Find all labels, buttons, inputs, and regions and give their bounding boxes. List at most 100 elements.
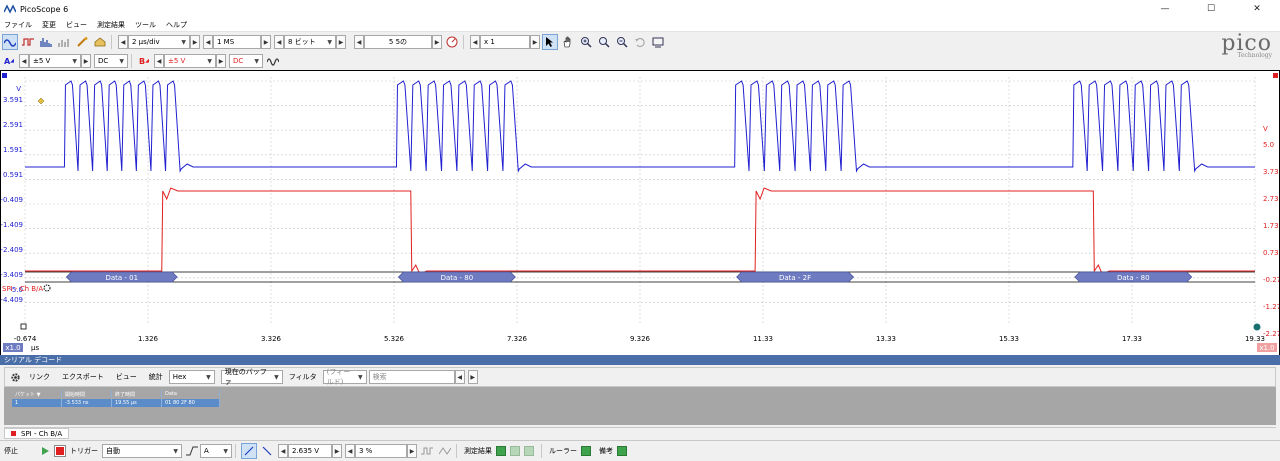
column-packet[interactable]: パケット ▼ bbox=[12, 390, 62, 398]
x-tick-label: 9.326 bbox=[630, 335, 651, 343]
rising-edge-button[interactable] bbox=[241, 443, 257, 459]
range-b-select[interactable]: ±5 V ▼ bbox=[164, 54, 216, 68]
maximize-button[interactable]: ☐ bbox=[1188, 0, 1234, 18]
zoom-fit-button[interactable] bbox=[650, 34, 666, 50]
trigger-level-decrease-button[interactable]: ◀ bbox=[278, 444, 288, 458]
range-b-value: ±5 V bbox=[168, 57, 186, 65]
waveform-canvas[interactable]: -0.674 1.326 3.326 5.326 7.326 9.326 11.33 13.3… bbox=[1, 71, 1279, 355]
coupling-a-select[interactable]: DC ▼ bbox=[94, 54, 128, 68]
capture-next-button[interactable]: ▶ bbox=[432, 35, 442, 49]
packet-label[interactable]: Data - 2F bbox=[779, 274, 811, 282]
undo-zoom-button[interactable] bbox=[632, 34, 648, 50]
menu-file[interactable]: ファイル bbox=[4, 20, 32, 30]
link-button[interactable]: リンク bbox=[29, 372, 50, 382]
add-measurement-button[interactable] bbox=[496, 446, 506, 456]
notes-button[interactable] bbox=[617, 446, 627, 456]
menu-view[interactable]: ビュー bbox=[66, 20, 87, 30]
home-button[interactable] bbox=[92, 34, 108, 50]
resolution-select[interactable]: 8 ビット ▼ bbox=[284, 35, 336, 49]
left-tick-label: 0.591 bbox=[3, 171, 23, 179]
capture-prev-button[interactable]: ◀ bbox=[354, 35, 364, 49]
trigger-advanced-button[interactable] bbox=[419, 443, 435, 459]
capture-index-field[interactable]: 5 5の bbox=[364, 35, 432, 49]
persistence-mode-button[interactable] bbox=[20, 34, 36, 50]
zoom-decrease-button[interactable]: ◀ bbox=[470, 35, 480, 49]
export-button[interactable]: エクスポート bbox=[62, 372, 104, 382]
pointer-tool-button[interactable] bbox=[542, 34, 558, 50]
packet-label[interactable]: Data - 01 bbox=[105, 274, 138, 282]
column-data[interactable]: Data bbox=[162, 390, 220, 398]
table-row[interactable]: 1 -3.533 ns 19.55 µs 01 80 2F 80 bbox=[12, 399, 220, 407]
minimize-button[interactable]: — bbox=[1142, 0, 1188, 18]
status-bar: 停止 トリガー 自動 ▼ A ▼ ◀ 2.635 V ▶ ◀ 3 % ▶ 測定結果 … bbox=[0, 440, 1280, 461]
probe-button[interactable] bbox=[74, 34, 90, 50]
range-b-increase-button[interactable]: ▶ bbox=[216, 54, 226, 68]
math-channels-button[interactable] bbox=[265, 53, 281, 69]
range-b-decrease-button[interactable]: ◀ bbox=[154, 54, 164, 68]
scope-mode-button[interactable] bbox=[2, 34, 18, 50]
resolution-increase-button[interactable]: ▶ bbox=[336, 35, 346, 49]
column-start-time[interactable]: 開始時間 bbox=[62, 390, 112, 398]
channel-a-button[interactable]: A ◢ bbox=[2, 53, 16, 69]
menu-edit[interactable]: 変更 bbox=[42, 20, 56, 30]
pretrigger-decrease-button[interactable]: ◀ bbox=[345, 444, 355, 458]
packet-label[interactable]: Data - 80 bbox=[1117, 274, 1150, 282]
persistence-icon bbox=[22, 38, 34, 46]
zoom-box-button[interactable] bbox=[596, 34, 612, 50]
channel-b-button[interactable]: B ◢ bbox=[137, 53, 151, 69]
timebase-increase-button[interactable]: ▶ bbox=[190, 35, 200, 49]
trigger-mode-select[interactable]: 自動 ▼ bbox=[102, 444, 182, 458]
coupling-b-value: DC bbox=[233, 57, 244, 65]
coupling-b-select[interactable]: DC ▼ bbox=[229, 54, 263, 68]
range-a-decrease-button[interactable]: ◀ bbox=[19, 54, 29, 68]
scope-view[interactable]: -0.674 1.326 3.326 5.326 7.326 9.326 11.33 13.3… bbox=[0, 70, 1280, 356]
tab-spi-ch-b-a[interactable]: SPI - Ch B/A bbox=[4, 428, 70, 439]
field-select[interactable]: (フィールド) ▼ bbox=[322, 368, 367, 386]
zoom-select[interactable]: x 1 bbox=[480, 35, 530, 49]
buffer-navigator-button[interactable] bbox=[444, 34, 460, 50]
menu-measurements[interactable]: 測定結果 bbox=[97, 20, 125, 30]
samples-decrease-button[interactable]: ◀ bbox=[203, 35, 213, 49]
close-button[interactable]: ✕ bbox=[1234, 0, 1280, 18]
rulers-button[interactable] bbox=[581, 446, 591, 456]
resolution-decrease-button[interactable]: ◀ bbox=[274, 35, 284, 49]
trigger-type-button[interactable] bbox=[184, 443, 200, 459]
hand-tool-button[interactable] bbox=[560, 34, 576, 50]
edit-measurement-button[interactable] bbox=[510, 446, 520, 456]
menu-help[interactable]: ヘルプ bbox=[166, 20, 187, 30]
zoom-increase-button[interactable]: ▶ bbox=[530, 35, 540, 49]
stop-button[interactable] bbox=[54, 445, 66, 457]
samples-field[interactable]: 1 MS bbox=[213, 35, 261, 49]
samples-increase-button[interactable]: ▶ bbox=[261, 35, 271, 49]
format-select[interactable]: Hex ▼ bbox=[168, 370, 215, 384]
trigger-level-increase-button[interactable]: ▶ bbox=[332, 444, 342, 458]
range-a-increase-button[interactable]: ▶ bbox=[81, 54, 91, 68]
view-button[interactable]: ビュー bbox=[116, 372, 137, 382]
menu-tools[interactable]: ツール bbox=[135, 20, 156, 30]
range-a-select[interactable]: ±5 V ▼ bbox=[29, 54, 81, 68]
pretrigger-field[interactable]: 3 % bbox=[355, 444, 407, 458]
pretrigger-increase-button[interactable]: ▶ bbox=[407, 444, 417, 458]
play-icon[interactable] bbox=[40, 446, 50, 456]
trigger-timing-button[interactable] bbox=[437, 443, 453, 459]
zoom-in-button[interactable] bbox=[578, 34, 594, 50]
timebase-select[interactable]: 2 µs/div ▼ bbox=[128, 35, 190, 49]
buffer-select[interactable]: 現在のバッファ ▼ bbox=[220, 368, 283, 386]
delete-measurement-button[interactable] bbox=[524, 446, 534, 456]
packet-label[interactable]: Data - 80 bbox=[441, 274, 474, 282]
falling-edge-button[interactable] bbox=[259, 443, 275, 459]
trigger-source-select[interactable]: A ▼ bbox=[200, 444, 232, 458]
zoom-out-button[interactable] bbox=[614, 34, 630, 50]
search-input[interactable]: 検索 bbox=[368, 370, 455, 384]
trigger-level-field[interactable]: 2.635 V bbox=[288, 444, 332, 458]
timebase-decrease-button[interactable]: ◀ bbox=[118, 35, 128, 49]
spectrum-mode-button[interactable] bbox=[38, 34, 54, 50]
right-tick-label: -1.27 bbox=[1263, 303, 1279, 311]
search-next-button[interactable]: ▶ bbox=[467, 370, 478, 384]
serial-mode-button[interactable] bbox=[56, 34, 72, 50]
serial-settings-button[interactable] bbox=[7, 369, 23, 385]
statistics-button[interactable]: 統計 bbox=[149, 372, 163, 382]
column-end-time[interactable]: 終了時間 bbox=[112, 390, 162, 398]
filter-button[interactable]: フィルタ bbox=[289, 372, 317, 382]
search-prev-button[interactable]: ◀ bbox=[454, 370, 465, 384]
